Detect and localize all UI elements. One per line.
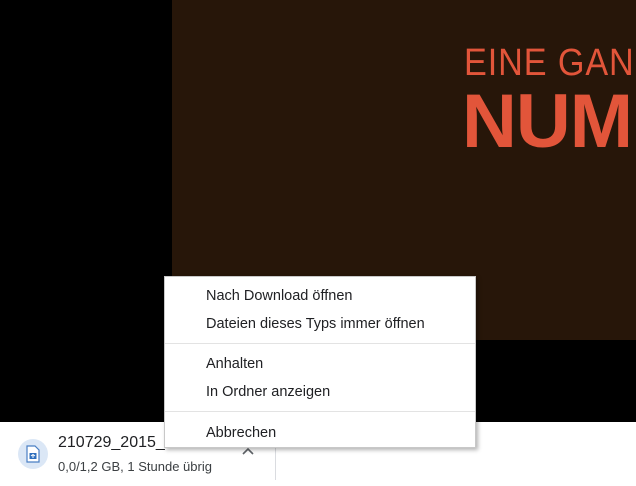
menu-item-show-in-folder[interactable]: In Ordner anzeigen bbox=[165, 378, 475, 406]
file-icon bbox=[18, 439, 48, 469]
menu-item-cancel[interactable]: Abbrechen bbox=[165, 419, 475, 447]
menu-item-pause[interactable]: Anhalten bbox=[165, 350, 475, 378]
download-filename: 210729_2015_s bbox=[58, 434, 173, 451]
menu-item-open-when-done[interactable]: Nach Download öffnen bbox=[165, 282, 475, 310]
download-status: 0,0/1,2 GB, 1 Stunde übrig bbox=[58, 459, 212, 474]
menu-separator bbox=[165, 411, 475, 412]
video-title-line1: EINE GAN bbox=[464, 42, 635, 84]
video-title-line2: NUM bbox=[462, 79, 633, 164]
menu-separator bbox=[165, 343, 475, 344]
download-context-menu: Nach Download öffnen Dateien dieses Typs… bbox=[164, 276, 476, 448]
menu-item-always-open-type[interactable]: Dateien dieses Typs immer öffnen bbox=[165, 310, 475, 338]
